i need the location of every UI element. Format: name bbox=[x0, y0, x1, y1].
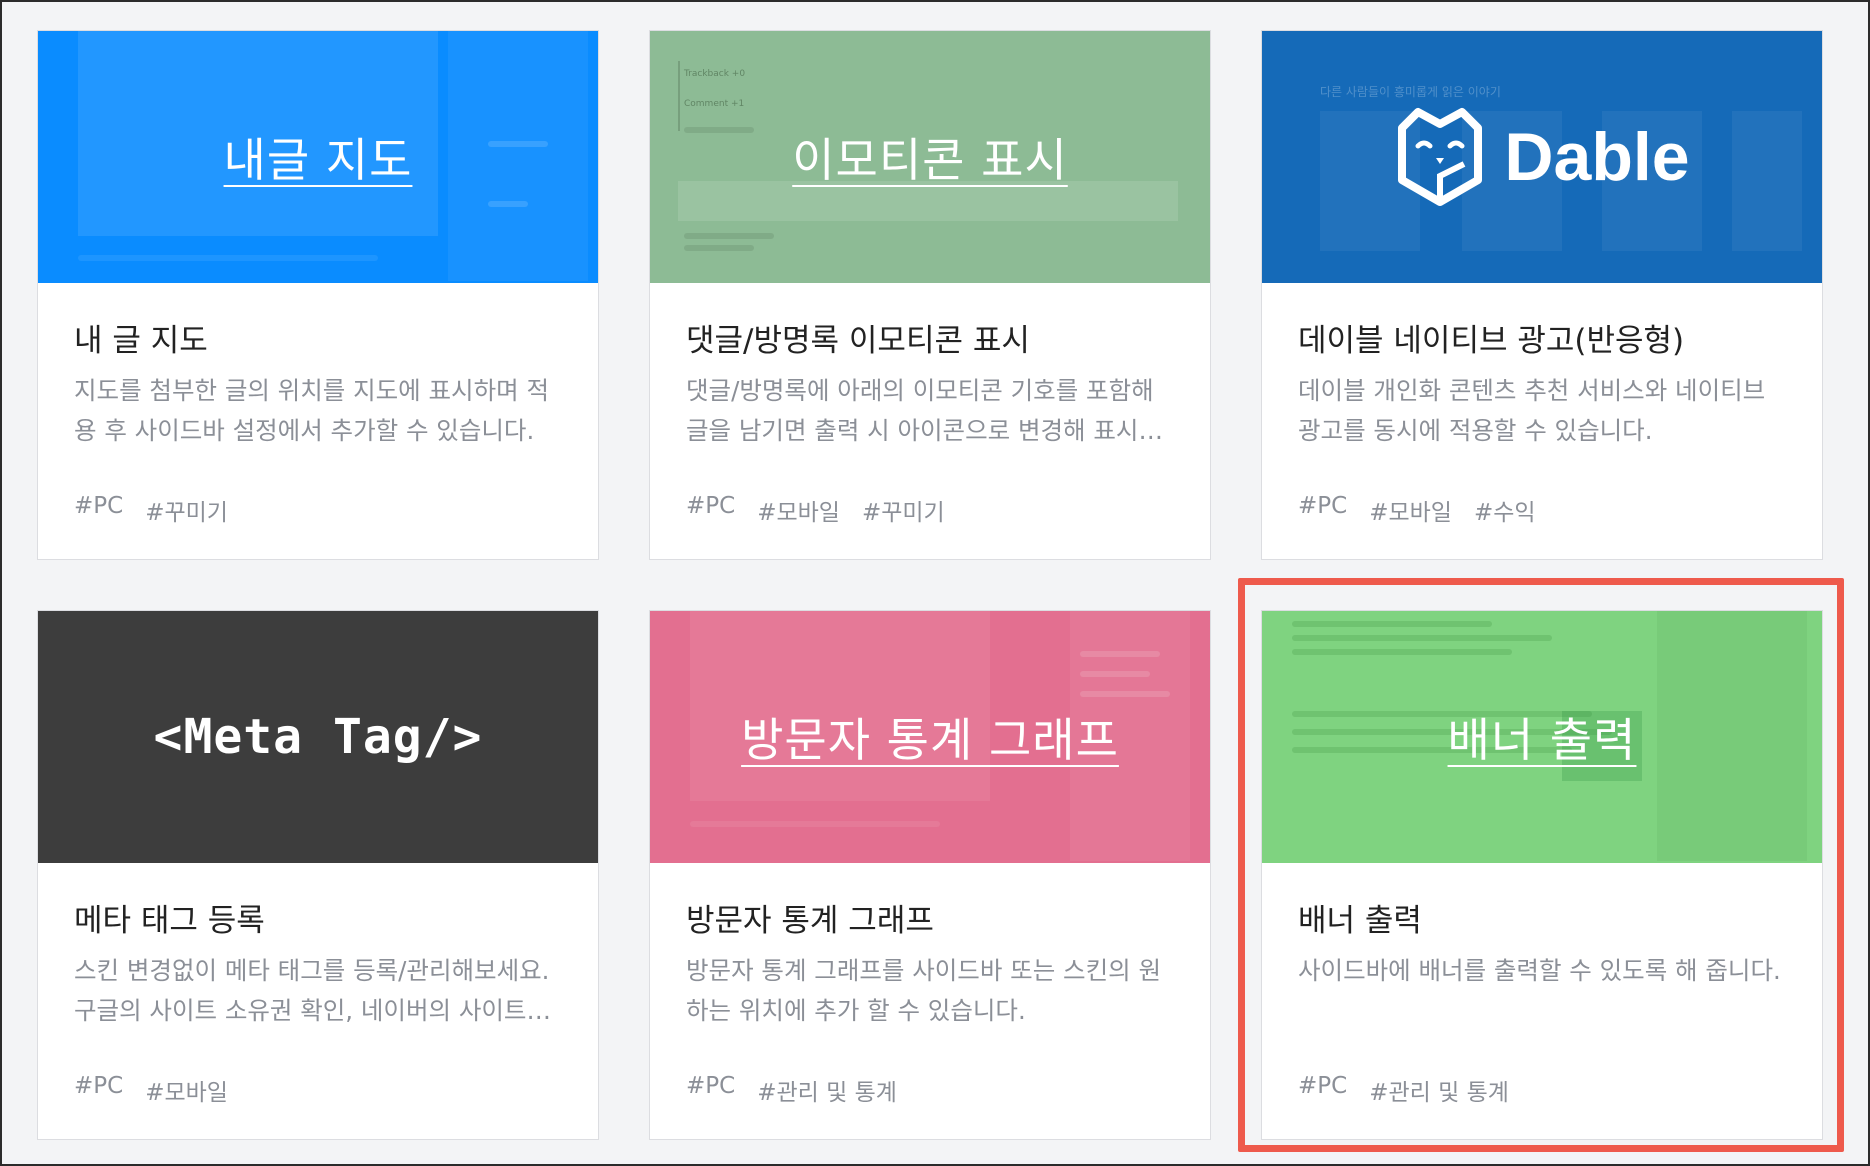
plugin-thumbnail[interactable]: 내글 지도 bbox=[38, 31, 598, 283]
tag-pc[interactable]: #PC bbox=[686, 493, 735, 527]
tag-pc[interactable]: #PC bbox=[1298, 493, 1347, 527]
tag-pc[interactable]: #PC bbox=[1298, 1073, 1347, 1107]
plugin-card-dable[interactable]: 다른 사람들이 흥미롭게 읽은 이야기 Dable 데이블 네이티브 광고(반응… bbox=[1261, 30, 1823, 560]
tag-mobile[interactable]: #모바일 bbox=[1369, 493, 1452, 527]
tag-list: #PC #관리 및 통계 bbox=[1298, 1073, 1509, 1107]
tag-management-stats[interactable]: #관리 및 통계 bbox=[757, 1073, 897, 1107]
plugin-card-map[interactable]: 내글 지도 내 글 지도 지도를 첨부한 글의 위치를 지도에 표시하며 적용 … bbox=[37, 30, 599, 560]
plugin-title: 내 글 지도 bbox=[74, 323, 208, 359]
plugin-title: 댓글/방명록 이모티콘 표시 bbox=[686, 323, 1030, 359]
plugin-gallery: 내글 지도 내 글 지도 지도를 첨부한 글의 위치를 지도에 표시하며 적용 … bbox=[0, 0, 1870, 1166]
plugin-description: 사이드바에 배너를 출력할 수 있도록 해 줍니다. bbox=[1298, 956, 1781, 985]
tag-list: #PC #모바일 #꾸미기 bbox=[686, 493, 945, 527]
plugin-description: 댓글/방명록에 아래의 이모티콘 기호를 포함해 글을 남기면 출력 시 아이콘… bbox=[686, 376, 1163, 445]
plugin-title: 데이블 네이티브 광고(반응형) bbox=[1298, 323, 1685, 359]
plugin-title: 배너 출력 bbox=[1298, 903, 1422, 939]
ghost-recommend-text: 다른 사람들이 흥미롭게 읽은 이야기 bbox=[1320, 85, 1501, 99]
plugin-thumbnail[interactable]: 배너 출력 bbox=[1262, 611, 1822, 863]
plugin-description: 데이블 개인화 콘텐츠 추천 서비스와 네이티브 광고를 동시에 적용할 수 있… bbox=[1298, 376, 1766, 445]
tag-list: #PC #모바일 bbox=[74, 1073, 228, 1107]
thumbnail-title: 이모티콘 표시 bbox=[792, 133, 1068, 187]
plugin-title: 메타 태그 등록 bbox=[74, 903, 265, 939]
tag-management-stats[interactable]: #관리 및 통계 bbox=[1369, 1073, 1509, 1107]
plugin-thumbnail[interactable]: <Meta Tag/> bbox=[38, 611, 598, 863]
plugin-thumbnail[interactable]: 방문자 통계 그래프 bbox=[650, 611, 1210, 863]
plugin-description: 방문자 통계 그래프를 사이드바 또는 스킨의 원하는 위치에 추가 할 수 있… bbox=[686, 956, 1161, 1025]
plugin-card-visitor-graph[interactable]: 방문자 통계 그래프 방문자 통계 그래프 방문자 통계 그래프를 사이드바 또… bbox=[649, 610, 1211, 1140]
plugin-card-emoticon[interactable]: Trackback +0 Comment +1 이모티콘 표시 댓글/방명록 이… bbox=[649, 30, 1211, 560]
tag-mobile[interactable]: #모바일 bbox=[145, 1073, 228, 1107]
plugin-card-meta-tag[interactable]: <Meta Tag/> 메타 태그 등록 스킨 변경없이 메타 태그를 등록/관… bbox=[37, 610, 599, 1140]
thumbnail-title: 방문자 통계 그래프 bbox=[741, 713, 1119, 767]
tag-decorate[interactable]: #꾸미기 bbox=[862, 493, 945, 527]
plugin-title: 방문자 통계 그래프 bbox=[686, 903, 934, 939]
plugin-description: 지도를 첨부한 글의 위치를 지도에 표시하며 적용 후 사이드바 설정에서 추… bbox=[74, 376, 549, 445]
plugin-card-banner[interactable]: 배너 출력 배너 출력 사이드바에 배너를 출력할 수 있도록 해 줍니다. #… bbox=[1261, 610, 1823, 1140]
tag-decorate[interactable]: #꾸미기 bbox=[145, 493, 228, 527]
ghost-trackback-text: Trackback +0 bbox=[684, 69, 746, 79]
ghost-comment-text: Comment +1 bbox=[684, 99, 745, 109]
thumbnail-title: 내글 지도 bbox=[223, 133, 413, 187]
tag-list: #PC #꾸미기 bbox=[74, 493, 228, 527]
plugin-thumbnail[interactable]: 다른 사람들이 흥미롭게 읽은 이야기 Dable bbox=[1262, 31, 1822, 283]
owl-icon bbox=[1398, 108, 1483, 206]
tag-pc[interactable]: #PC bbox=[686, 1073, 735, 1107]
tag-list: #PC #모바일 #수익 bbox=[1298, 493, 1536, 527]
dable-wordmark: Dable bbox=[1504, 119, 1690, 195]
plugin-thumbnail[interactable]: Trackback +0 Comment +1 이모티콘 표시 bbox=[650, 31, 1210, 283]
tag-list: #PC #관리 및 통계 bbox=[686, 1073, 897, 1107]
dable-logo: Dable bbox=[1394, 106, 1690, 208]
tag-pc[interactable]: #PC bbox=[74, 493, 123, 527]
tag-revenue[interactable]: #수익 bbox=[1474, 493, 1536, 527]
tag-mobile[interactable]: #모바일 bbox=[757, 493, 840, 527]
thumbnail-code-title: <Meta Tag/> bbox=[153, 709, 483, 765]
thumbnail-title: 배너 출력 bbox=[1447, 713, 1637, 767]
tag-pc[interactable]: #PC bbox=[74, 1073, 123, 1107]
plugin-description: 스킨 변경없이 메타 태그를 등록/관리해보세요. 구글의 사이트 소유권 확인… bbox=[74, 956, 551, 1025]
